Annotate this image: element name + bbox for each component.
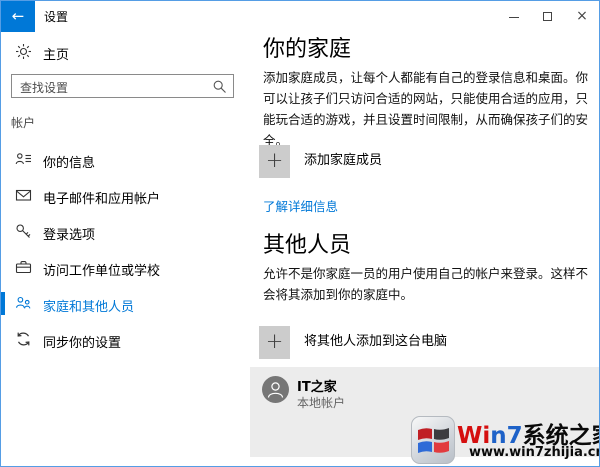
close-icon: × bbox=[576, 8, 588, 24]
maximize-icon bbox=[543, 12, 552, 21]
avatar bbox=[262, 376, 289, 403]
sidebar-item-label: 访问工作单位或学校 bbox=[43, 264, 161, 279]
sidebar-section-accounts: 帐户 bbox=[11, 116, 36, 130]
people-icon bbox=[15, 295, 32, 311]
others-description: 允许不是你家庭一员的用户使用自己的帐户来登录。这样不会将其添加到你的家庭中。 bbox=[263, 266, 589, 302]
sidebar-item-sync-settings[interactable]: 同步你的设置 bbox=[1, 321, 241, 357]
add-family-member-button[interactable]: + bbox=[259, 145, 290, 178]
sidebar-item-email-accounts[interactable]: 电子邮件和应用帐户 bbox=[1, 177, 241, 213]
search-placeholder: 查找设置 bbox=[20, 81, 69, 95]
minimize-button[interactable] bbox=[497, 1, 531, 32]
sidebar-item-work-school[interactable]: 访问工作单位或学校 bbox=[1, 249, 241, 285]
windows-flag-icon bbox=[411, 416, 455, 464]
watermark-url: www.win7zhijia.cn bbox=[469, 445, 600, 460]
win7zhijia-watermark: Win7系统之家 www.win7zhijia.cn bbox=[411, 414, 599, 466]
sidebar-item-label: 登录选项 bbox=[43, 228, 96, 243]
add-someone-else-button[interactable]: + bbox=[259, 326, 290, 359]
sidebar-item-label: 同步你的设置 bbox=[43, 336, 122, 351]
add-family-member-label[interactable]: 添加家庭成员 bbox=[304, 149, 382, 168]
user-account-type: 本地帐户 bbox=[297, 396, 346, 410]
sidebar-item-your-info[interactable]: 你的信息 bbox=[1, 141, 241, 177]
user-info-icon bbox=[15, 151, 32, 167]
minimize-icon bbox=[509, 17, 519, 18]
section-title-your-family: 你的家庭 bbox=[263, 37, 352, 62]
search-icon[interactable] bbox=[212, 79, 227, 94]
close-button[interactable]: × bbox=[565, 1, 599, 32]
sidebar-item-label: 主页 bbox=[43, 48, 70, 63]
back-button[interactable]: ← bbox=[1, 1, 35, 32]
sidebar-item-label: 家庭和其他人员 bbox=[43, 300, 135, 315]
add-someone-else-label[interactable]: 将其他人添加到这台电脑 bbox=[304, 330, 447, 349]
user-name: IT之家 bbox=[297, 380, 337, 395]
maximize-button[interactable] bbox=[531, 1, 565, 32]
sidebar-item-label: 你的信息 bbox=[43, 156, 96, 171]
search-input[interactable]: 查找设置 bbox=[11, 74, 234, 98]
family-description: 添加家庭成员，让每个人都能有自己的登录信息和桌面。你可以让孩子们只访问合适的网站… bbox=[263, 70, 589, 148]
learn-more-link[interactable]: 了解详细信息 bbox=[263, 196, 338, 215]
sidebar-item-home[interactable]: 主页 bbox=[1, 37, 241, 67]
briefcase-icon bbox=[15, 259, 32, 275]
gear-icon bbox=[15, 43, 32, 60]
section-title-other-people: 其他人员 bbox=[263, 233, 352, 258]
plus-icon: + bbox=[265, 148, 284, 172]
plus-icon: + bbox=[265, 329, 284, 353]
sidebar-item-label: 电子邮件和应用帐户 bbox=[43, 192, 161, 207]
key-icon bbox=[15, 223, 32, 239]
sync-icon bbox=[15, 331, 32, 347]
back-arrow-icon: ← bbox=[11, 7, 25, 25]
sidebar-item-signin-options[interactable]: 登录选项 bbox=[1, 213, 241, 249]
email-icon bbox=[15, 187, 32, 203]
sidebar-item-family-other-people[interactable]: 家庭和其他人员 bbox=[1, 285, 241, 321]
window-title: 设置 bbox=[44, 10, 69, 24]
settings-window: ← 设置 × 主页 查找设置 帐户 你的信息 电子邮件和应用帐户 登录选项 访问… bbox=[0, 0, 600, 467]
selection-accent-bar bbox=[1, 292, 5, 315]
